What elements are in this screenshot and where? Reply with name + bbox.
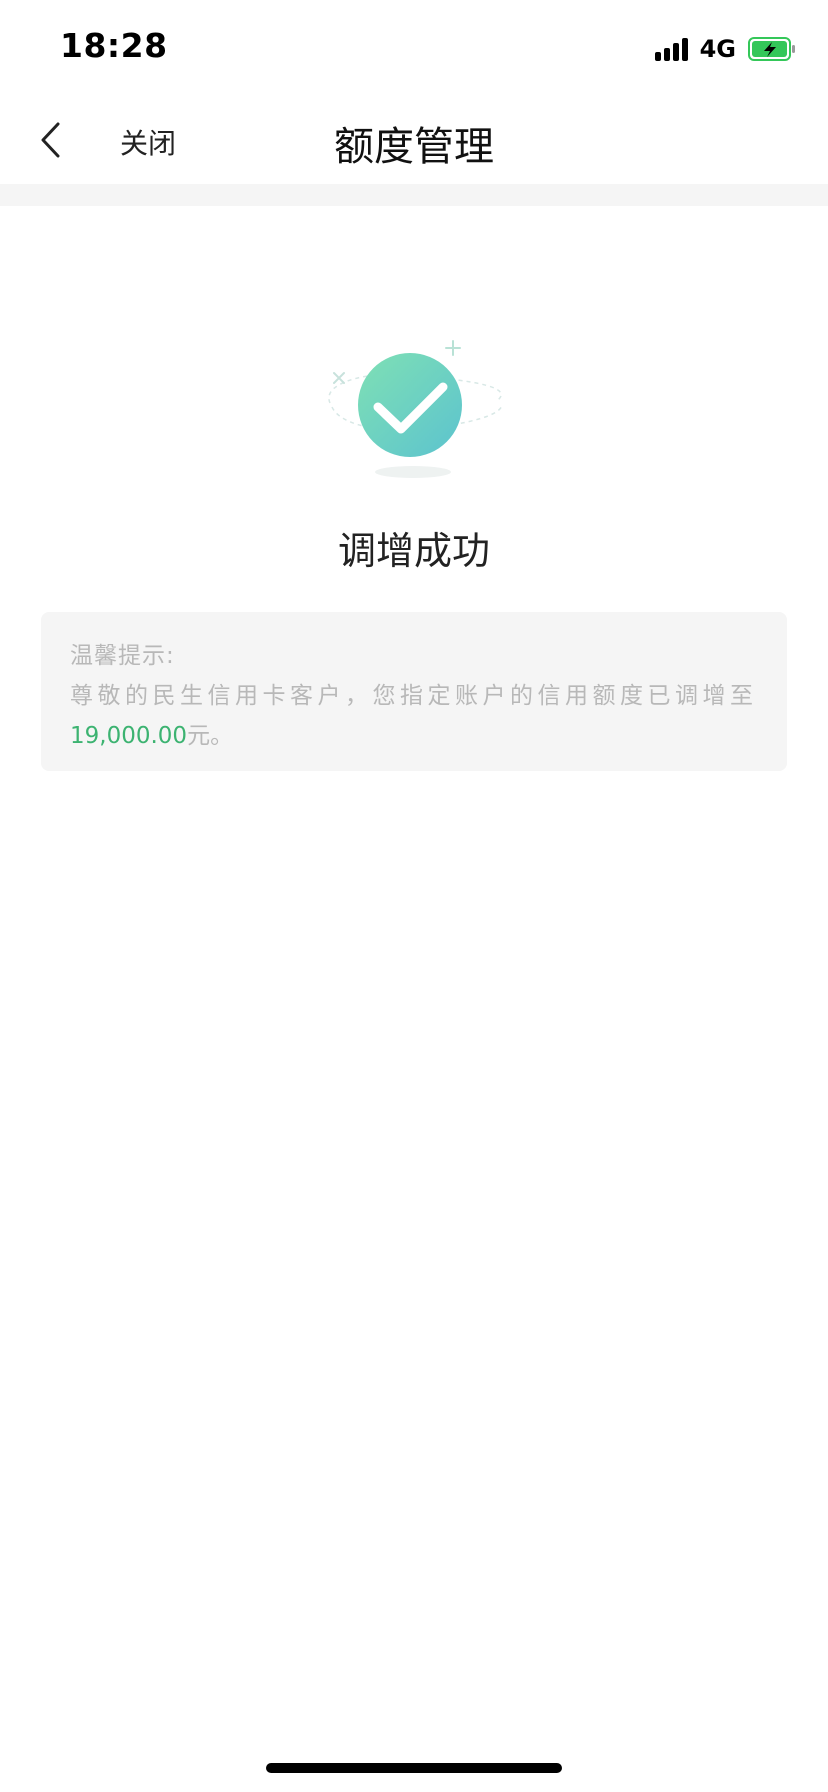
success-check-icon <box>328 340 503 478</box>
signal-bars-icon <box>654 37 688 61</box>
status-bar: 18:28 4G <box>0 0 828 96</box>
status-indicators: 4G <box>654 34 796 64</box>
tip-card: 温馨提示: 尊敬的民生信用卡客户，您指定账户的信用额度已调增至 19,000.0… <box>41 612 787 771</box>
page-title: 额度管理 <box>334 124 494 170</box>
status-time: 18:28 <box>60 26 168 65</box>
tip-amount-line: 19,000.00元。 <box>70 716 758 756</box>
navigation-bar: 关闭 额度管理 <box>0 96 828 184</box>
home-indicator[interactable] <box>266 1763 562 1773</box>
tip-title: 温馨提示: <box>70 643 175 669</box>
result-title: 调增成功 <box>337 529 490 573</box>
battery-charging-icon <box>748 37 795 61</box>
credit-limit-unit: 元。 <box>187 723 234 749</box>
network-type: 4G <box>699 35 736 63</box>
tip-body: 尊敬的民生信用卡客户，您指定账户的信用额度已调增至 <box>70 683 758 709</box>
credit-limit-amount: 19,000.00 <box>70 723 188 749</box>
header-divider <box>0 184 828 206</box>
